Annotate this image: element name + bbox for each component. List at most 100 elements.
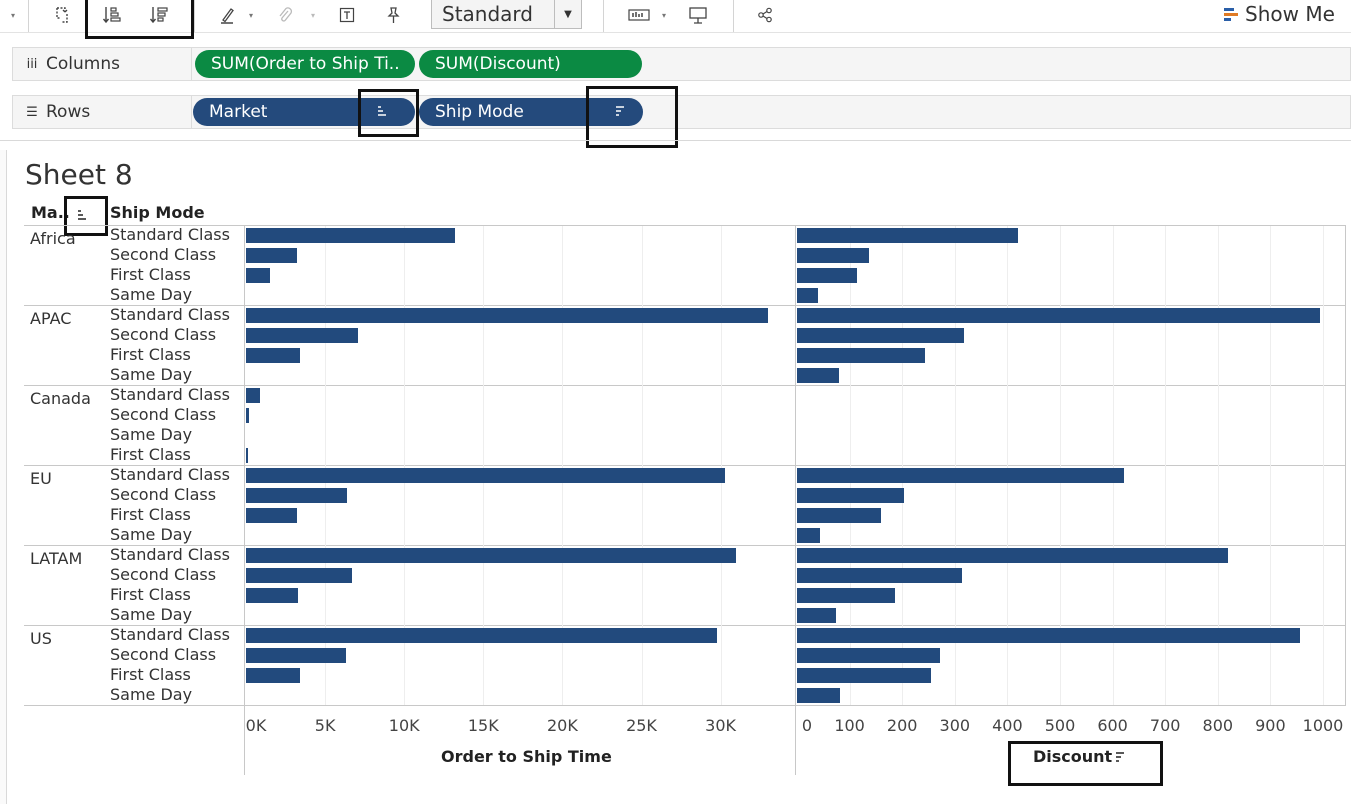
- show-labels-icon[interactable]: [337, 2, 357, 28]
- chevron-down-icon[interactable]: ▼: [554, 0, 581, 28]
- bar-mark[interactable]: [797, 508, 881, 523]
- share-icon[interactable]: [755, 2, 775, 28]
- pill-market-label: Market: [209, 102, 268, 122]
- gridline: [1323, 226, 1324, 705]
- rows-shelf[interactable]: ☰ Rows Market Ship Mode: [12, 95, 1351, 129]
- bar-mark[interactable]: [797, 308, 1321, 323]
- market-label: APAC: [30, 309, 72, 328]
- bar-mark[interactable]: [246, 388, 261, 403]
- pane-divider: [795, 225, 796, 775]
- rows-icon: ☰: [26, 104, 38, 120]
- market-label: LATAM: [30, 549, 83, 568]
- presentation-mode-icon[interactable]: [686, 2, 710, 28]
- bar-mark[interactable]: [797, 588, 896, 603]
- market-label: EU: [30, 469, 52, 488]
- bar-mark[interactable]: [246, 668, 300, 683]
- ship-mode-label: Second Class: [110, 485, 217, 504]
- x-tick-label: 30K: [705, 716, 737, 735]
- bar-mark[interactable]: [797, 468, 1124, 483]
- ship-mode-label: Second Class: [110, 245, 217, 264]
- left-panel-edge: [0, 150, 7, 804]
- toolbar-dropdown-caret[interactable]: ▾: [6, 2, 20, 28]
- ship-mode-label: Standard Class: [110, 625, 230, 644]
- bar-mark[interactable]: [797, 648, 940, 663]
- bar-mark[interactable]: [797, 608, 836, 623]
- bar-mark[interactable]: [797, 248, 870, 263]
- bar-mark[interactable]: [246, 248, 297, 263]
- bar-mark[interactable]: [797, 368, 840, 383]
- market-label: Africa: [30, 229, 76, 248]
- bar-mark[interactable]: [797, 688, 841, 703]
- bar-mark[interactable]: [246, 588, 299, 603]
- bar-mark[interactable]: [797, 488, 905, 503]
- bar-mark[interactable]: [246, 408, 250, 423]
- bar-mark[interactable]: [246, 548, 737, 563]
- pill-ship-mode-label: Ship Mode: [435, 102, 524, 122]
- pane-right-edge: [1345, 225, 1346, 705]
- ship-mode-header[interactable]: Ship Mode: [110, 203, 205, 222]
- bar-mark[interactable]: [246, 568, 352, 583]
- bar-mark[interactable]: [246, 328, 359, 343]
- swap-rows-columns-icon[interactable]: [52, 2, 74, 28]
- ship-mode-label: Second Class: [110, 405, 217, 424]
- x-tick-label: 0: [801, 716, 813, 735]
- bar-mark[interactable]: [246, 628, 718, 643]
- columns-shelf[interactable]: iii Columns SUM(Order to Ship Ti.. SUM(D…: [12, 47, 1351, 81]
- ship-mode-label: First Class: [110, 585, 191, 604]
- toolbar-separator: [733, 0, 734, 32]
- rows-label: Rows: [46, 102, 91, 122]
- ship-mode-label: Standard Class: [110, 545, 230, 564]
- show-cards-icon[interactable]: [627, 2, 651, 28]
- bar-mark[interactable]: [797, 548, 1228, 563]
- market-label: Canada: [30, 389, 91, 408]
- fit-select[interactable]: Standard ▼: [431, 0, 582, 29]
- group-dropdown-caret: ▾: [310, 10, 315, 20]
- ship-mode-label: Same Day: [110, 285, 193, 304]
- x-axis-title-order-to-ship-time[interactable]: Order to Ship Time: [441, 747, 612, 766]
- annotation-box-market-sort: [358, 89, 419, 137]
- bar-mark[interactable]: [797, 348, 926, 363]
- bar-mark[interactable]: [246, 308, 769, 323]
- x-tick-label: 20K: [546, 716, 578, 735]
- bar-mark[interactable]: [246, 468, 726, 483]
- show-me-label: Show Me: [1245, 2, 1335, 26]
- group-paperclip-icon: [275, 2, 295, 28]
- bar-mark[interactable]: [246, 488, 348, 503]
- highlight-pen-icon[interactable]: [218, 2, 238, 28]
- bar-mark[interactable]: [246, 228, 455, 243]
- ship-mode-label: Second Class: [110, 325, 217, 344]
- gridline: [720, 226, 722, 705]
- bar-mark[interactable]: [797, 228, 1018, 243]
- ship-mode-label: First Class: [110, 505, 191, 524]
- highlight-dropdown-caret[interactable]: ▾: [245, 2, 257, 28]
- bar-mark[interactable]: [246, 268, 270, 283]
- ship-mode-label: Standard Class: [110, 225, 230, 244]
- show-cards-dropdown-caret[interactable]: ▾: [658, 2, 670, 28]
- ship-mode-label: Same Day: [110, 685, 193, 704]
- toolbar-separator: [194, 0, 195, 32]
- x-tick-label: 5K: [314, 716, 336, 735]
- bar-mark[interactable]: [797, 568, 963, 583]
- bar-mark[interactable]: [797, 628, 1300, 643]
- columns-icon: iii: [26, 56, 38, 72]
- bar-mark[interactable]: [797, 328, 964, 343]
- columns-label: Columns: [46, 54, 120, 74]
- bar-mark[interactable]: [797, 288, 819, 303]
- bar-mark[interactable]: [797, 528, 821, 543]
- bar-mark[interactable]: [246, 508, 297, 523]
- shelf-divider: [0, 140, 1351, 141]
- bar-mark[interactable]: [246, 448, 248, 463]
- show-me-button[interactable]: Show Me: [1224, 0, 1335, 28]
- bar-mark[interactable]: [797, 668, 931, 683]
- sheet-title: Sheet 8: [25, 158, 133, 191]
- x-tick-label: 1000: [1302, 716, 1344, 735]
- pill-order-to-ship-time[interactable]: SUM(Order to Ship Ti..: [195, 50, 415, 78]
- x-tick-label: 100: [834, 716, 865, 735]
- pill-discount[interactable]: SUM(Discount): [419, 50, 642, 78]
- ship-mode-label: First Class: [110, 265, 191, 284]
- bar-mark[interactable]: [797, 268, 857, 283]
- pin-axes-icon[interactable]: [383, 2, 403, 28]
- show-me-icon: [1224, 8, 1238, 21]
- bar-mark[interactable]: [246, 648, 346, 663]
- bar-mark[interactable]: [246, 348, 300, 363]
